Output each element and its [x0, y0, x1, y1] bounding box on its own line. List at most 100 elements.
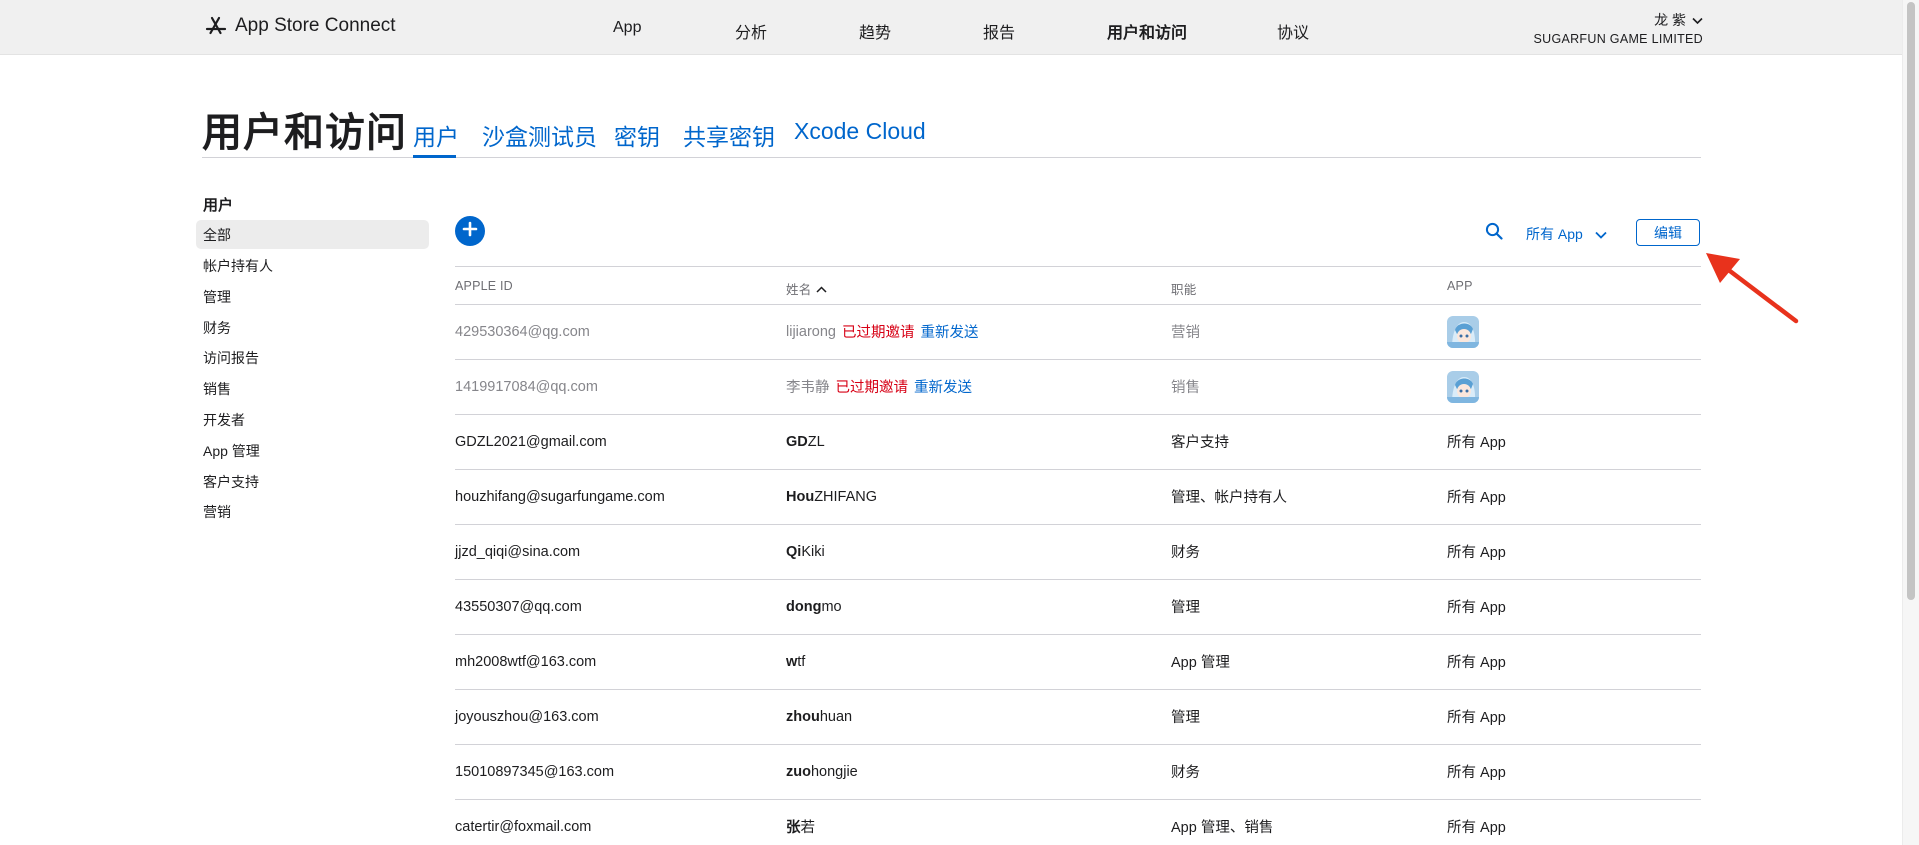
- table-row[interactable]: houzhifang@sugarfungame.com Hou ZHIFANG 管…: [455, 469, 1701, 525]
- app-cell: 所有 App: [1447, 490, 1506, 506]
- role-cell: 营销: [1171, 325, 1200, 341]
- sidebar-item-marketing[interactable]: 营销: [203, 502, 231, 522]
- users-table-header: APPLE ID 姓名 职能 APP: [455, 266, 1701, 305]
- role-cell: 管理、帐户持有人: [1171, 490, 1287, 506]
- sidebar-item-admin[interactable]: 管理: [203, 287, 231, 307]
- table-row[interactable]: joyouszhou@163.com zhou huan 管理 所有 App: [455, 689, 1701, 745]
- tab-keys[interactable]: 密钥: [614, 118, 660, 152]
- brand-link[interactable]: App Store Connect: [205, 15, 396, 37]
- tab-users[interactable]: 用户: [413, 118, 459, 152]
- nav-trends[interactable]: 趋势: [859, 19, 891, 43]
- table-row[interactable]: 43550307@qq.com dong mo 管理 所有 App: [455, 579, 1701, 635]
- sidebar-item-app-manager[interactable]: App 管理: [203, 441, 260, 461]
- column-header-name-label: 姓名: [786, 283, 812, 297]
- add-user-button[interactable]: [455, 216, 485, 246]
- annotation-arrow-icon: [1706, 253, 1799, 324]
- scrollbar-thumb[interactable]: [1907, 2, 1915, 600]
- app-cell: 所有 App: [1447, 765, 1506, 781]
- apple-id-cell: houzhifang@sugarfungame.com: [455, 488, 665, 505]
- app-store-logo-icon: [205, 15, 227, 37]
- user-name-rest: mo: [821, 598, 842, 615]
- edit-button[interactable]: 编辑: [1636, 219, 1700, 246]
- app-cell: 所有 App: [1447, 710, 1506, 726]
- column-header-name[interactable]: 姓名: [786, 279, 827, 298]
- app-cell: [1447, 304, 1479, 359]
- name-cell: zuo hongjie: [786, 744, 858, 799]
- app-cell: [1447, 359, 1479, 414]
- sidebar-item-access-reports[interactable]: 访问报告: [203, 348, 259, 368]
- sidebar-item-all[interactable]: 全部: [203, 225, 231, 245]
- user-name-bold: GD: [786, 433, 808, 450]
- sort-ascending-icon: [816, 282, 827, 296]
- user-name-rest: Kiki: [801, 543, 825, 560]
- name-cell: Qi Kiki: [786, 524, 825, 579]
- apple-id-cell: mh2008wtf@163.com: [455, 653, 597, 670]
- apple-id-cell: jjzd_qiqi@sina.com: [455, 543, 581, 560]
- user-name-bold: dong: [786, 598, 822, 615]
- role-cell: App 管理: [1171, 655, 1230, 671]
- user-name-bold: Hou: [786, 488, 815, 505]
- tab-sandbox-testers[interactable]: 沙盒测试员: [482, 118, 597, 152]
- app-filter-dropdown[interactable]: 所有 App: [1526, 224, 1607, 244]
- user-name-rest: hongjie: [810, 763, 858, 780]
- column-header-app[interactable]: APP: [1447, 279, 1473, 293]
- page-scrollbar[interactable]: [1902, 0, 1919, 845]
- active-tab-indicator: [413, 155, 456, 158]
- name-cell: w tf: [786, 634, 805, 689]
- nav-users-and-access[interactable]: 用户和访问: [1107, 19, 1187, 43]
- table-row[interactable]: catertir@foxmail.com 张若 App 管理、销售 所有 App: [455, 799, 1701, 845]
- nav-app[interactable]: App: [613, 19, 641, 37]
- name-cell: GD ZL: [786, 414, 825, 469]
- role-cell: App 管理、销售: [1171, 820, 1274, 836]
- nav-analytics[interactable]: 分析: [735, 19, 767, 43]
- apple-id-cell: GDZL2021@gmail.com: [455, 433, 607, 450]
- column-header-role[interactable]: 职能: [1171, 279, 1196, 298]
- role-cell: 客户支持: [1171, 435, 1229, 451]
- table-row[interactable]: mh2008wtf@163.com w tf App 管理 所有 App: [455, 634, 1701, 690]
- app-filter-label: 所有 App: [1526, 226, 1583, 242]
- account-organization: SUGARFUN GAME LIMITED: [1533, 32, 1703, 46]
- app-icon: [1447, 315, 1479, 348]
- app-icon: [1447, 370, 1479, 403]
- table-row[interactable]: 1419917084@qq.com 李韦静 已过期邀请 重新发送 销售: [455, 359, 1701, 415]
- sidebar-item-customer-support[interactable]: 客户支持: [203, 472, 259, 492]
- user-name-bold: Qi: [786, 543, 802, 560]
- nav-agreements[interactable]: 协议: [1277, 19, 1309, 43]
- name-cell: Hou ZHIFANG: [786, 469, 877, 524]
- app-cell: 所有 App: [1447, 545, 1506, 561]
- resend-invite-link[interactable]: 重新发送: [920, 321, 978, 342]
- sidebar-item-finance[interactable]: 财务: [203, 318, 231, 338]
- apple-id-cell: catertir@foxmail.com: [455, 818, 592, 835]
- table-row[interactable]: GDZL2021@gmail.com GD ZL 客户支持 所有 App: [455, 414, 1701, 470]
- sidebar-heading: 用户: [203, 197, 234, 214]
- tab-xcode-cloud[interactable]: Xcode Cloud: [794, 118, 926, 145]
- resend-invite-link[interactable]: 重新发送: [914, 376, 972, 397]
- top-bar: App Store Connect App 分析 趋势 报告 用户和访问 协议 …: [0, 0, 1919, 55]
- column-header-apple-id[interactable]: APPLE ID: [455, 279, 513, 293]
- role-cell: 管理: [1171, 710, 1200, 726]
- sidebar-item-account-holder[interactable]: 帐户持有人: [203, 256, 273, 276]
- nav-reports[interactable]: 报告: [983, 19, 1015, 43]
- user-name: lijiarong: [786, 323, 836, 340]
- app-cell: 所有 App: [1447, 820, 1506, 836]
- role-cell: 财务: [1171, 545, 1200, 561]
- name-cell: dong mo: [786, 579, 842, 634]
- user-name-rest: tf: [797, 653, 806, 670]
- user-name-bold: zuo: [786, 763, 811, 780]
- user-name-bold: w: [786, 653, 798, 670]
- apple-id-cell: 1419917084@qq.com: [455, 378, 598, 395]
- tab-shared-secret[interactable]: 共享密钥: [683, 118, 775, 152]
- apple-id-cell: 15010897345@163.com: [455, 763, 615, 780]
- search-icon[interactable]: [1485, 222, 1503, 245]
- apple-id-cell: 43550307@qq.com: [455, 598, 582, 615]
- table-row[interactable]: 429530364@qg.com lijiarong 已过期邀请 重新发送 营销: [455, 304, 1701, 360]
- name-cell: lijiarong 已过期邀请 重新发送: [786, 304, 978, 359]
- role-cell: 管理: [1171, 600, 1200, 616]
- app-cell: 所有 App: [1447, 435, 1506, 451]
- table-row[interactable]: jjzd_qiqi@sina.com Qi Kiki 财务 所有 App: [455, 524, 1701, 580]
- table-row[interactable]: 15010897345@163.com zuo hongjie 财务 所有 App: [455, 744, 1701, 800]
- sidebar-item-developer[interactable]: 开发者: [203, 410, 245, 430]
- chevron-down-icon: [1692, 12, 1703, 28]
- sidebar-item-sales[interactable]: 销售: [203, 379, 231, 399]
- account-menu[interactable]: 龙 紫 SUGARFUN GAME LIMITED: [1533, 10, 1703, 46]
